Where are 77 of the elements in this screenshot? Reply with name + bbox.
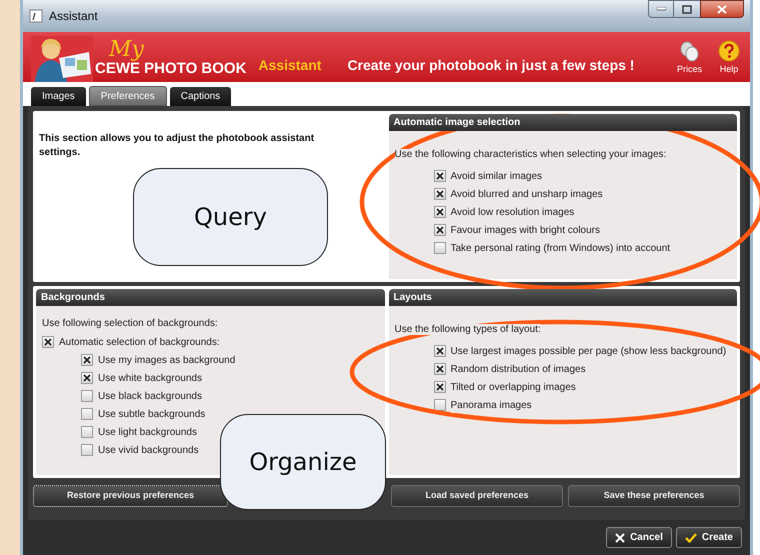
checkbox[interactable] xyxy=(81,354,93,366)
close-icon xyxy=(615,532,626,542)
checkbox-label: Favour images with bright colours xyxy=(450,222,600,238)
checkbox[interactable] xyxy=(434,363,446,375)
checkbox[interactable] xyxy=(434,188,446,200)
minimize-button[interactable] xyxy=(648,0,674,18)
checkbox-label: Use white backgrounds xyxy=(98,370,202,386)
checkbox[interactable] xyxy=(81,444,93,456)
cross-icon xyxy=(44,338,52,346)
section-prompt: Use the following types of layout: xyxy=(394,324,541,335)
maximize-button[interactable] xyxy=(674,0,700,18)
cross-icon xyxy=(436,347,444,355)
checkbox[interactable] xyxy=(434,381,446,393)
cross-icon xyxy=(436,190,444,198)
minimize-icon xyxy=(656,7,666,11)
checkbox[interactable] xyxy=(434,242,446,254)
tab[interactable]: Preferences xyxy=(88,86,167,106)
checkbox[interactable] xyxy=(434,170,446,182)
checkbox[interactable] xyxy=(81,390,93,402)
dialog-button[interactable]: Create xyxy=(676,527,742,548)
checkbox[interactable] xyxy=(42,336,54,348)
cross-icon xyxy=(436,226,444,234)
cross-icon xyxy=(436,365,444,373)
header-action-button[interactable]: Prices xyxy=(676,40,702,76)
checkbox[interactable] xyxy=(81,372,93,384)
dialog-button[interactable]: Cancel xyxy=(606,527,672,548)
logo-text: CEWE PHOTO BOOK xyxy=(95,61,246,76)
checkbox[interactable] xyxy=(434,345,446,357)
checkbox-label: Use largest images possible per page (show less background) xyxy=(450,344,726,358)
checkbox-label: Use subtle backgrounds xyxy=(98,406,206,422)
preference-button[interactable]: Restore previous preferences xyxy=(33,485,228,507)
checkbox-label: Avoid low resolution images xyxy=(450,204,574,220)
checkbox-label: Use vivid backgrounds xyxy=(98,442,199,458)
checkbox-label: Tilted or overlapping images xyxy=(450,380,576,394)
annotation-box: Query xyxy=(133,168,328,266)
maximize-icon xyxy=(682,4,692,14)
banner-subtitle: Assistant xyxy=(258,56,322,75)
section-prompt: Use following selection of backgrounds: xyxy=(42,317,219,331)
close-button[interactable] xyxy=(700,0,744,18)
logo-script: My xyxy=(109,39,146,61)
cross-icon xyxy=(436,383,444,391)
checkbox-label: Avoid similar images xyxy=(450,168,542,184)
section-prompt: Use the following characteristics when selecting your images: xyxy=(394,149,666,160)
header-action-button[interactable]: Help xyxy=(718,40,740,76)
intro-text: This section allows you to adjust the photobook assistant settings. xyxy=(39,132,316,160)
checkbox-label: Random distribution of images xyxy=(450,362,586,376)
section-header: Automatic image selection xyxy=(388,114,737,131)
checkbox-label: Avoid blurred and unsharp images xyxy=(450,186,603,202)
checkmark-icon xyxy=(684,532,697,542)
cross-icon xyxy=(83,374,91,382)
annotation-box: Organize xyxy=(220,414,386,510)
tab[interactable]: Captions xyxy=(170,87,232,106)
cross-icon xyxy=(83,356,91,364)
checkbox-label: Automatic selection of backgrounds: xyxy=(59,334,220,350)
window-title: Assistant xyxy=(49,8,98,25)
checkbox[interactable] xyxy=(81,426,93,438)
checkbox[interactable] xyxy=(434,206,446,218)
close-icon xyxy=(717,4,727,14)
preference-button[interactable]: Load saved preferences xyxy=(391,485,563,507)
checkbox-label: Use my images as background xyxy=(98,352,236,368)
preference-button[interactable]: Save these preferences xyxy=(568,485,740,507)
checkbox-label: Use black backgrounds xyxy=(98,388,202,404)
checkbox-label: Panorama images xyxy=(450,398,532,412)
checkbox[interactable] xyxy=(81,408,93,420)
app-icon xyxy=(29,9,43,23)
cross-icon xyxy=(436,172,444,180)
checkbox-label: Take personal rating (from Windows) into account xyxy=(450,240,670,256)
tab[interactable]: Images xyxy=(31,87,86,106)
checkbox[interactable] xyxy=(434,399,446,411)
section-header: Backgrounds xyxy=(36,289,384,306)
help-icon xyxy=(718,40,740,62)
checkbox-label: Use light backgrounds xyxy=(98,424,197,440)
cross-icon xyxy=(436,208,444,216)
checkbox[interactable] xyxy=(434,224,446,236)
section-header: Layouts xyxy=(388,289,737,306)
banner-tagline: Create your photobook in just a few steps ! xyxy=(347,56,634,75)
coins-icon xyxy=(678,40,700,62)
